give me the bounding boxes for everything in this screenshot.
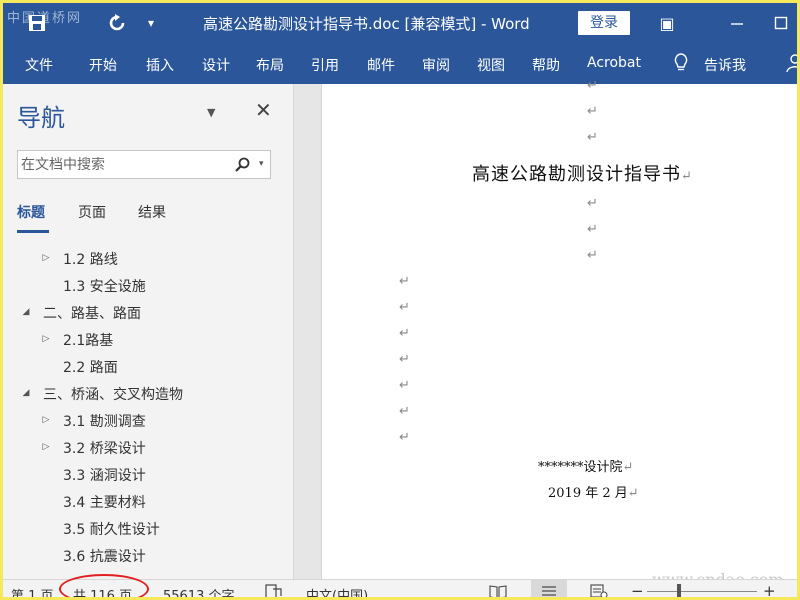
lightbulb-icon[interactable] xyxy=(669,51,693,75)
tab-file[interactable]: 文件 xyxy=(25,55,53,75)
heading-item[interactable]: 二、路基、路面 xyxy=(43,301,141,325)
collapse-caret-icon[interactable]: ◢ xyxy=(19,305,33,319)
login-button[interactable]: 登录 xyxy=(578,11,630,35)
tab-mailings[interactable]: 邮件 xyxy=(367,55,395,75)
app-window: 中国道桥网 ▾ 高速公路勘测设计指导书.doc [兼容模式] - Word 登录… xyxy=(0,0,800,600)
paragraph-mark: ↵ xyxy=(587,248,598,263)
tab-view[interactable]: 视图 xyxy=(477,55,505,75)
heading-item[interactable]: 1.2 路线 xyxy=(63,247,118,271)
heading-item[interactable]: 3.3 涵洞设计 xyxy=(63,463,146,487)
paragraph-mark: ↵ xyxy=(399,430,410,445)
nav-pane-title: 导航 xyxy=(17,104,65,132)
undo-icon[interactable] xyxy=(106,11,130,35)
ribbon-tabs: 文件 开始 插入 设计 布局 引用 邮件 审阅 视图 帮助 Acrobat 告诉… xyxy=(3,43,797,84)
heading-item[interactable]: 1.3 安全设施 xyxy=(63,274,146,298)
paragraph-mark: ↵ xyxy=(587,104,598,119)
document-organization[interactable]: *******设计院↵ xyxy=(538,456,633,475)
tab-review[interactable]: 审阅 xyxy=(422,55,450,75)
heading-item[interactable]: 3.4 主要材料 xyxy=(63,490,146,514)
paragraph-mark: ↵ xyxy=(622,460,634,475)
nav-tabs: 标题 页面 结果 xyxy=(17,202,277,233)
paragraph-mark: ↵ xyxy=(681,169,693,184)
paragraph-mark: ↵ xyxy=(627,486,639,501)
nav-options-dropdown-icon[interactable]: ▼ xyxy=(207,106,215,119)
paragraph-mark: ↵ xyxy=(587,78,598,93)
search-input[interactable] xyxy=(19,152,229,177)
expand-caret-icon[interactable]: ▷ xyxy=(39,251,53,265)
expand-caret-icon[interactable]: ▷ xyxy=(39,332,53,346)
save-icon[interactable] xyxy=(25,11,49,35)
tab-layout[interactable]: 布局 xyxy=(256,55,284,75)
tell-me-search[interactable]: 告诉我 xyxy=(704,55,746,75)
title-bar: 中国道桥网 ▾ 高速公路勘测设计指导书.doc [兼容模式] - Word 登录… xyxy=(3,3,797,43)
word-count-status[interactable]: 55613 个字 xyxy=(163,585,235,597)
zoom-slider-thumb[interactable] xyxy=(677,584,681,597)
tab-insert[interactable]: 插入 xyxy=(146,55,174,75)
minimize-icon[interactable] xyxy=(725,11,749,35)
heading-item[interactable]: 3.1 勘测调查 xyxy=(63,409,146,433)
qat-dropdown-icon[interactable]: ▾ xyxy=(139,11,163,35)
web-layout-icon[interactable] xyxy=(590,584,608,597)
tab-home[interactable]: 开始 xyxy=(89,55,117,75)
nav-search-box: ▾ xyxy=(17,150,271,179)
search-options-dropdown-icon[interactable]: ▾ xyxy=(259,159,264,169)
heading-item[interactable]: 3.5 耐久性设计 xyxy=(63,517,160,541)
paragraph-mark: ↵ xyxy=(399,300,410,315)
tab-results[interactable]: 结果 xyxy=(138,202,166,222)
tab-help[interactable]: 帮助 xyxy=(532,55,560,75)
heading-item[interactable]: 2.2 路面 xyxy=(63,355,118,379)
expand-caret-icon[interactable]: ▷ xyxy=(39,440,53,454)
document-page: ↵ ↵ ↵ 高速公路勘测设计指导书↵ ↵ ↵ ↵ ↵ ↵ ↵ ↵ ↵ ↵ ↵ *… xyxy=(322,78,797,589)
document-gutter xyxy=(294,84,322,579)
active-tab-indicator xyxy=(17,230,49,233)
paragraph-mark: ↵ xyxy=(587,196,598,211)
maximize-icon[interactable] xyxy=(769,11,793,35)
document-date[interactable]: 2019 年 2 月↵ xyxy=(548,482,639,501)
document-heading[interactable]: 高速公路勘测设计指导书↵ xyxy=(472,160,693,186)
ribbon-display-options-icon[interactable]: ▣ xyxy=(655,11,679,35)
paragraph-mark: ↵ xyxy=(399,326,410,341)
page-number-status[interactable]: 第 1 页 xyxy=(11,585,54,597)
nav-close-icon[interactable]: ✕ xyxy=(255,98,272,122)
user-icon[interactable] xyxy=(783,51,797,75)
collapse-caret-icon[interactable]: ◢ xyxy=(19,386,33,400)
heading-item[interactable]: 三、桥涵、交叉构造物 xyxy=(43,382,183,406)
tab-design[interactable]: 设计 xyxy=(202,55,230,75)
expand-caret-icon[interactable]: ▷ xyxy=(39,413,53,427)
proofing-icon[interactable] xyxy=(265,584,283,597)
tab-pages[interactable]: 页面 xyxy=(78,202,106,222)
search-icon[interactable] xyxy=(234,156,252,174)
document-title: 高速公路勘测设计指导书.doc [兼容模式] - Word xyxy=(203,15,530,33)
paragraph-mark: ↵ xyxy=(587,222,598,237)
heading-item[interactable]: 3.6 抗震设计 xyxy=(63,544,146,568)
heading-item[interactable]: 2.1路基 xyxy=(63,328,113,352)
paragraph-mark: ↵ xyxy=(399,404,410,419)
tab-references[interactable]: 引用 xyxy=(311,55,339,75)
total-pages-highlight-circle xyxy=(59,574,149,597)
tab-headings[interactable]: 标题 xyxy=(17,202,45,222)
paragraph-mark: ↵ xyxy=(587,130,598,145)
heading-item[interactable]: 3.2 桥梁设计 xyxy=(63,436,146,460)
paragraph-mark: ↵ xyxy=(399,378,410,393)
print-layout-button[interactable] xyxy=(531,580,567,597)
navigation-pane: 导航 ▼ ✕ ▾ 标题 页面 结果 ▷ 1.2 路线 1.3 安全设施 ◢ 二、… xyxy=(3,84,294,579)
zoom-slider-track[interactable] xyxy=(647,591,757,592)
language-status[interactable]: 中文(中国) xyxy=(306,585,368,597)
paragraph-mark: ↵ xyxy=(399,274,410,289)
zoom-in-button[interactable]: + xyxy=(763,582,776,597)
zoom-out-button[interactable]: − xyxy=(631,582,644,597)
read-mode-icon[interactable] xyxy=(489,584,507,597)
paragraph-mark: ↵ xyxy=(399,352,410,367)
tab-acrobat[interactable]: Acrobat xyxy=(587,55,641,71)
